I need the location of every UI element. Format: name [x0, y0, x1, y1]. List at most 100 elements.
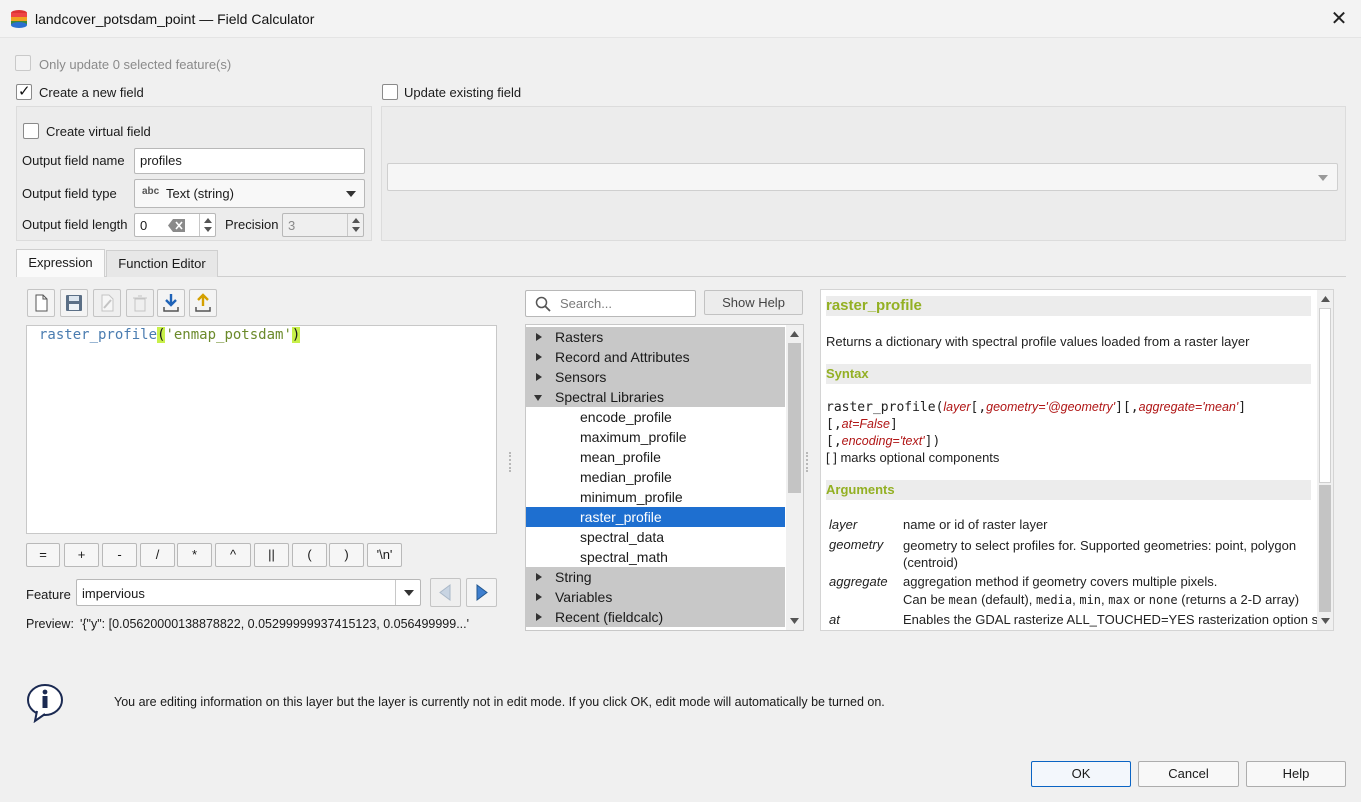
arrow-right-icon	[476, 584, 488, 601]
expression-editor[interactable]: raster_profile('enmap_potsdam')	[26, 325, 497, 534]
tree-item-mean-profile[interactable]: mean_profile	[580, 447, 661, 467]
precision-spinner[interactable]	[347, 214, 363, 236]
output-field-type-value: Text (string)	[166, 186, 234, 201]
tree-group-variables[interactable]: Variables	[526, 587, 785, 607]
collapse-arrow-icon	[534, 395, 542, 401]
database-layer-icon	[11, 10, 27, 28]
help-syntax-header: Syntax	[826, 364, 1311, 384]
clear-icon[interactable]	[168, 219, 186, 232]
show-help-button[interactable]: Show Help	[704, 290, 803, 315]
operator-concat-button[interactable]: ||	[254, 543, 289, 567]
tree-group-spectral-libraries[interactable]: Spectral Libraries	[526, 387, 785, 407]
scroll-up-icon	[790, 331, 799, 337]
tree-item-encode-profile[interactable]: encode_profile	[580, 407, 672, 427]
operator-newline-button[interactable]: '\n'	[367, 543, 402, 567]
expand-arrow-icon	[536, 333, 542, 341]
tree-scrollbar[interactable]	[786, 325, 803, 630]
new-file-button[interactable]	[27, 289, 55, 317]
only-selected-checkbox[interactable]	[15, 55, 31, 71]
expression-text: raster_profile('enmap_potsdam')	[39, 327, 301, 343]
output-field-length-label: Output field length	[22, 217, 128, 232]
syntax-param: at=False	[841, 417, 890, 431]
ok-button[interactable]: OK	[1031, 761, 1131, 787]
help-button[interactable]: Help	[1246, 761, 1346, 787]
import-button[interactable]	[157, 289, 185, 317]
create-new-field-checkbox[interactable]	[16, 82, 32, 100]
operator-close-paren-button[interactable]: )	[329, 543, 364, 567]
tree-item-minimum-profile[interactable]: minimum_profile	[580, 487, 683, 507]
tab-expression[interactable]: Expression	[16, 249, 105, 277]
operator-open-paren-button[interactable]: (	[292, 543, 327, 567]
virtual-field-checkbox[interactable]	[23, 123, 39, 139]
tree-group-recent-fieldcalc[interactable]: Recent (fieldcalc)	[526, 607, 785, 627]
function-tree[interactable]: Rasters Record and Attributes Sensors Sp…	[525, 324, 804, 631]
next-feature-button[interactable]	[466, 578, 497, 607]
feature-select[interactable]: impervious	[76, 579, 421, 606]
tree-group-rasters[interactable]: Rasters	[526, 327, 785, 347]
expand-arrow-icon	[536, 613, 542, 621]
edit-button[interactable]	[93, 289, 121, 317]
tab-function-editor[interactable]: Function Editor	[106, 250, 218, 277]
length-spinner[interactable]	[199, 214, 215, 236]
chevron-down-icon	[346, 191, 356, 197]
feature-label: Feature	[26, 587, 71, 602]
scrollbar-thumb[interactable]	[788, 343, 801, 493]
chevron-down-icon	[1318, 175, 1328, 181]
help-description: Returns a dictionary with spectral profi…	[826, 334, 1250, 349]
export-button[interactable]	[189, 289, 217, 317]
delete-button[interactable]	[126, 289, 154, 317]
close-button[interactable]: ✕	[1325, 6, 1353, 32]
output-field-name-label: Output field name	[22, 153, 125, 168]
precision-input[interactable]: 3	[282, 213, 364, 237]
tree-group-record-and-attributes[interactable]: Record and Attributes	[526, 347, 785, 367]
expression-close-paren: )	[291, 327, 301, 343]
preview-label: Preview:	[26, 617, 74, 631]
output-field-length-value: 0	[140, 218, 148, 233]
new-file-icon	[35, 294, 48, 312]
scrollbar-thumb[interactable]	[1319, 485, 1331, 612]
tree-item-raster-profile[interactable]: raster_profile	[526, 507, 785, 527]
output-field-name-input[interactable]: profiles	[134, 148, 365, 174]
operator-plus-button[interactable]: +	[64, 543, 99, 567]
text-type-icon: abc	[142, 186, 160, 197]
search-placeholder: Search...	[560, 296, 613, 311]
operator-minus-button[interactable]: -	[102, 543, 137, 567]
syntax-param: geometry='@geometry'	[986, 400, 1116, 414]
help-panel: raster_profile Returns a dictionary with…	[820, 289, 1334, 631]
output-field-type-label: Output field type	[22, 186, 117, 201]
search-icon	[535, 296, 551, 312]
output-field-type-select[interactable]: abc Text (string)	[134, 179, 365, 208]
save-button[interactable]	[60, 289, 88, 317]
function-search-input[interactable]: Search...	[525, 290, 696, 317]
argument-name: geometry	[829, 537, 884, 552]
operator-multiply-button[interactable]: *	[177, 543, 212, 567]
splitter-handle[interactable]	[509, 452, 511, 472]
help-optional-note: [ ] marks optional components	[826, 450, 1000, 465]
help-scrollbar[interactable]	[1317, 290, 1333, 630]
existing-field-select[interactable]	[387, 163, 1338, 191]
update-existing-checkbox[interactable]	[382, 84, 398, 100]
argument-name: layer	[829, 517, 858, 532]
help-syntax: raster_profile(layer[,geometry='@geometr…	[826, 400, 1247, 449]
expression-string-arg: 'enmap_potsdam'	[165, 327, 292, 343]
argument-desc: Enables the GDAL rasterize ALL_TOUCHED=Y…	[903, 612, 1326, 627]
tree-item-maximum-profile[interactable]: maximum_profile	[580, 427, 687, 447]
tree-item-spectral-math[interactable]: spectral_math	[580, 547, 668, 567]
tree-item-median-profile[interactable]: median_profile	[580, 467, 672, 487]
tree-item-spectral-data[interactable]: spectral_data	[580, 527, 664, 547]
trash-icon	[133, 295, 147, 312]
tree-group-sensors[interactable]: Sensors	[526, 367, 785, 387]
save-icon	[66, 295, 82, 311]
argument-desc: name or id of raster layer	[903, 517, 1048, 532]
output-field-length-input[interactable]: 0	[134, 213, 216, 237]
operator-divide-button[interactable]: /	[140, 543, 175, 567]
operator-power-button[interactable]: ^	[215, 543, 251, 567]
previous-feature-button[interactable]	[430, 578, 461, 607]
expression-function: raster_profile	[39, 327, 158, 343]
operator-equals-button[interactable]: =	[26, 543, 60, 567]
splitter-handle[interactable]	[806, 452, 808, 472]
precision-label: Precision	[225, 217, 279, 232]
argument-desc: geometry to select profiles for. Support…	[903, 538, 1297, 570]
tree-group-string[interactable]: String	[526, 567, 785, 587]
cancel-button[interactable]: Cancel	[1138, 761, 1239, 787]
